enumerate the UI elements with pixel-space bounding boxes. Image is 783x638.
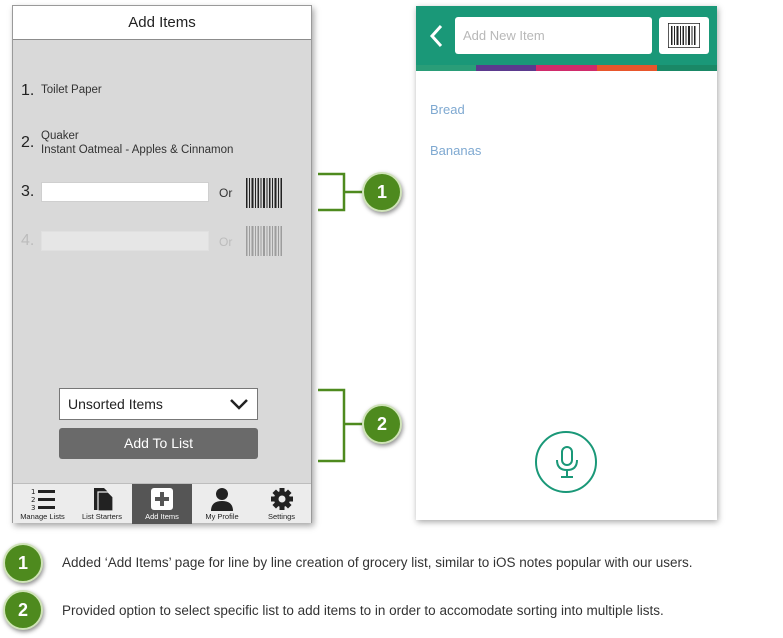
svg-text:2: 2: [31, 496, 35, 504]
tab-label: List Starters: [81, 512, 122, 521]
bracket-2: [318, 388, 364, 463]
svg-text:3: 3: [31, 504, 35, 511]
tab-label: Settings: [267, 512, 296, 521]
gear-icon: [270, 488, 293, 510]
item-input[interactable]: [41, 182, 209, 202]
add-items-screen: Add Items 1. Toilet Paper 2. Quaker Inst…: [12, 5, 312, 524]
list-icon: 1 2 3: [31, 488, 55, 511]
tab-list-starters[interactable]: List Starters: [72, 484, 132, 524]
list-select[interactable]: Unsorted Items: [59, 388, 258, 420]
callout-badge-2: 2: [362, 404, 402, 444]
color-stripe: [416, 65, 717, 71]
page-title: Add Items: [13, 6, 311, 40]
item-number: 3.: [21, 183, 35, 200]
add-to-list-button[interactable]: Add To List: [59, 428, 258, 459]
item-number: 1.: [21, 82, 35, 99]
svg-text:1: 1: [31, 488, 35, 496]
tab-my-profile[interactable]: My Profile: [192, 484, 252, 524]
item-name: Toilet Paper: [41, 84, 102, 96]
or-label: Or: [219, 235, 233, 249]
color-stripe-segment: [536, 65, 597, 71]
or-label: Or: [219, 186, 233, 200]
list-item[interactable]: Bread: [430, 102, 465, 117]
microphone-icon: [556, 446, 578, 478]
color-stripe-segment: [416, 65, 477, 71]
chevron-down-icon: [230, 399, 248, 410]
callout-badge-1: 1: [362, 172, 402, 212]
item-brand: Quaker: [41, 130, 79, 142]
add-new-item-screen: Bread Bananas: [416, 6, 717, 520]
tab-add-items[interactable]: Add Items: [132, 484, 192, 524]
item-name: Quaker Instant Oatmeal - Apples & Cinnam…: [41, 130, 233, 156]
note-badge-2: 2: [3, 590, 43, 630]
barcode-scan-button[interactable]: [659, 17, 709, 54]
tab-label: Manage Lists: [20, 512, 65, 521]
note-text-1: Added ‘Add Items’ page for line by line …: [62, 555, 693, 570]
color-stripe-segment: [476, 65, 537, 71]
add-new-item-input[interactable]: [455, 17, 652, 54]
color-stripe-segment: [596, 65, 657, 71]
top-bar: [416, 6, 717, 65]
list-select-value: Unsorted Items: [68, 396, 163, 412]
item-number: 2.: [21, 134, 35, 151]
person-icon: [211, 488, 233, 511]
list-item[interactable]: Bananas: [430, 143, 481, 158]
tab-settings[interactable]: Settings: [252, 484, 311, 524]
back-arrow-icon[interactable]: [428, 24, 444, 48]
barcode-icon: [246, 226, 282, 256]
tab-label: Add Items: [145, 512, 179, 521]
barcode-icon[interactable]: [245, 178, 283, 208]
barcode-icon: [668, 23, 700, 48]
plus-icon: [151, 488, 173, 510]
note-text-2: Provided option to select specific list …: [62, 603, 664, 618]
item-description: Instant Oatmeal - Apples & Cinnamon: [41, 144, 234, 156]
voice-input-button[interactable]: [535, 431, 597, 493]
tab-label: My Profile: [205, 512, 239, 521]
item-number: 4.: [21, 232, 35, 249]
item-input-disabled: [41, 231, 209, 251]
documents-icon: [94, 488, 114, 511]
tab-bar: 1 2 3 Manage Lists List Starters Add Ite…: [13, 483, 311, 524]
bracket-1: [318, 172, 364, 212]
note-badge-1: 1: [3, 543, 43, 583]
tab-manage-lists[interactable]: 1 2 3 Manage Lists: [13, 484, 72, 524]
color-stripe-segment: [656, 65, 717, 71]
